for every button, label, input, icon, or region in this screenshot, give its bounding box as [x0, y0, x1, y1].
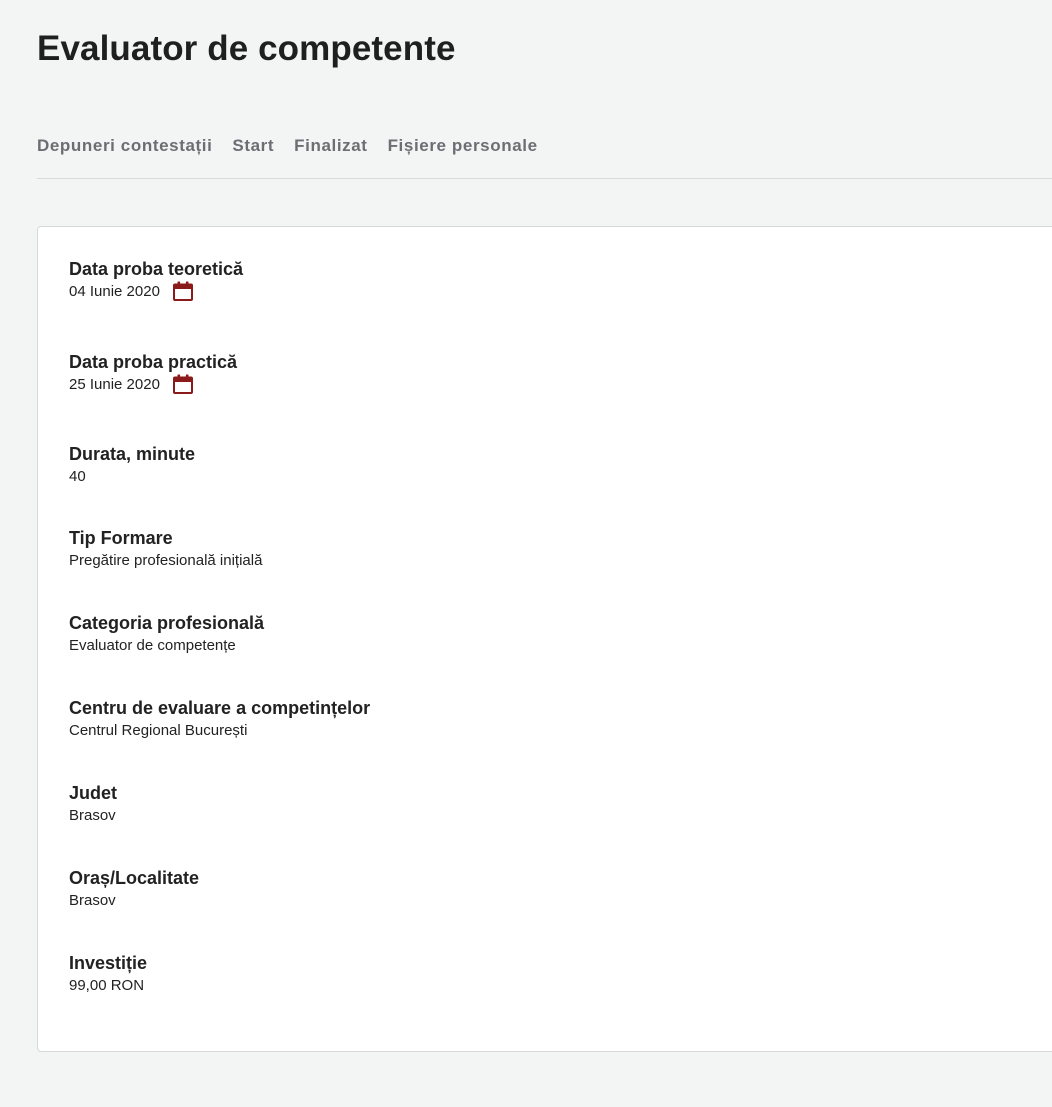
field-investment: Investiție 99,00 RON	[69, 951, 147, 997]
county-label: Judet	[69, 783, 118, 803]
page: Evaluator de competente Depuneri contest…	[0, 0, 1052, 1107]
practice-date-label: Data proba practică	[69, 352, 238, 372]
field-theory-date: Data proba teoretică 04 Iunie 2020	[69, 257, 243, 303]
training-type-value: Pregătire profesională inițială	[69, 552, 263, 569]
center-value: Centrul Regional București	[69, 722, 248, 739]
duration-value: 40	[69, 468, 86, 485]
city-value: Brasov	[69, 892, 116, 909]
duration-label: Durata, minute	[69, 444, 196, 464]
practice-date-value: 25 Iunie 2020	[69, 376, 160, 393]
field-center: Centru de evaluare a competințelor Centr…	[69, 696, 370, 742]
details-card: Data proba teoretică 04 Iunie 2020 Data …	[37, 226, 1052, 1052]
training-type-label: Tip Formare	[69, 528, 173, 548]
theory-date-value: 04 Iunie 2020	[69, 283, 160, 300]
county-value: Brasov	[69, 807, 116, 824]
city-label: Oraș/Localitate	[69, 868, 200, 888]
field-duration: Durata, minute 40	[69, 442, 195, 488]
field-county: Judet Brasov	[69, 781, 117, 827]
field-city: Oraș/Localitate Brasov	[69, 866, 199, 912]
investment-value: 99,00 RON	[69, 977, 145, 994]
theory-date-value-row: 04 Iunie 2020	[69, 281, 243, 303]
field-practice-date: Data proba practică 25 Iunie 2020	[69, 350, 237, 396]
field-training-type: Tip Formare Pregătire profesională iniți…	[69, 526, 262, 572]
card-clip: Data proba teoretică 04 Iunie 2020 Data …	[0, 0, 1052, 1107]
field-category: Categoria profesională Evaluator de comp…	[69, 611, 264, 657]
calendar-icon[interactable]	[172, 280, 194, 302]
investment-label: Investiție	[69, 953, 148, 973]
practice-date-value-row: 25 Iunie 2020	[69, 374, 237, 396]
calendar-icon[interactable]	[172, 373, 194, 395]
category-value: Evaluator de competențe	[69, 637, 236, 654]
category-label: Categoria profesională	[69, 613, 265, 633]
center-label: Centru de evaluare a competințelor	[69, 698, 371, 718]
theory-date-label: Data proba teoretică	[69, 259, 244, 279]
